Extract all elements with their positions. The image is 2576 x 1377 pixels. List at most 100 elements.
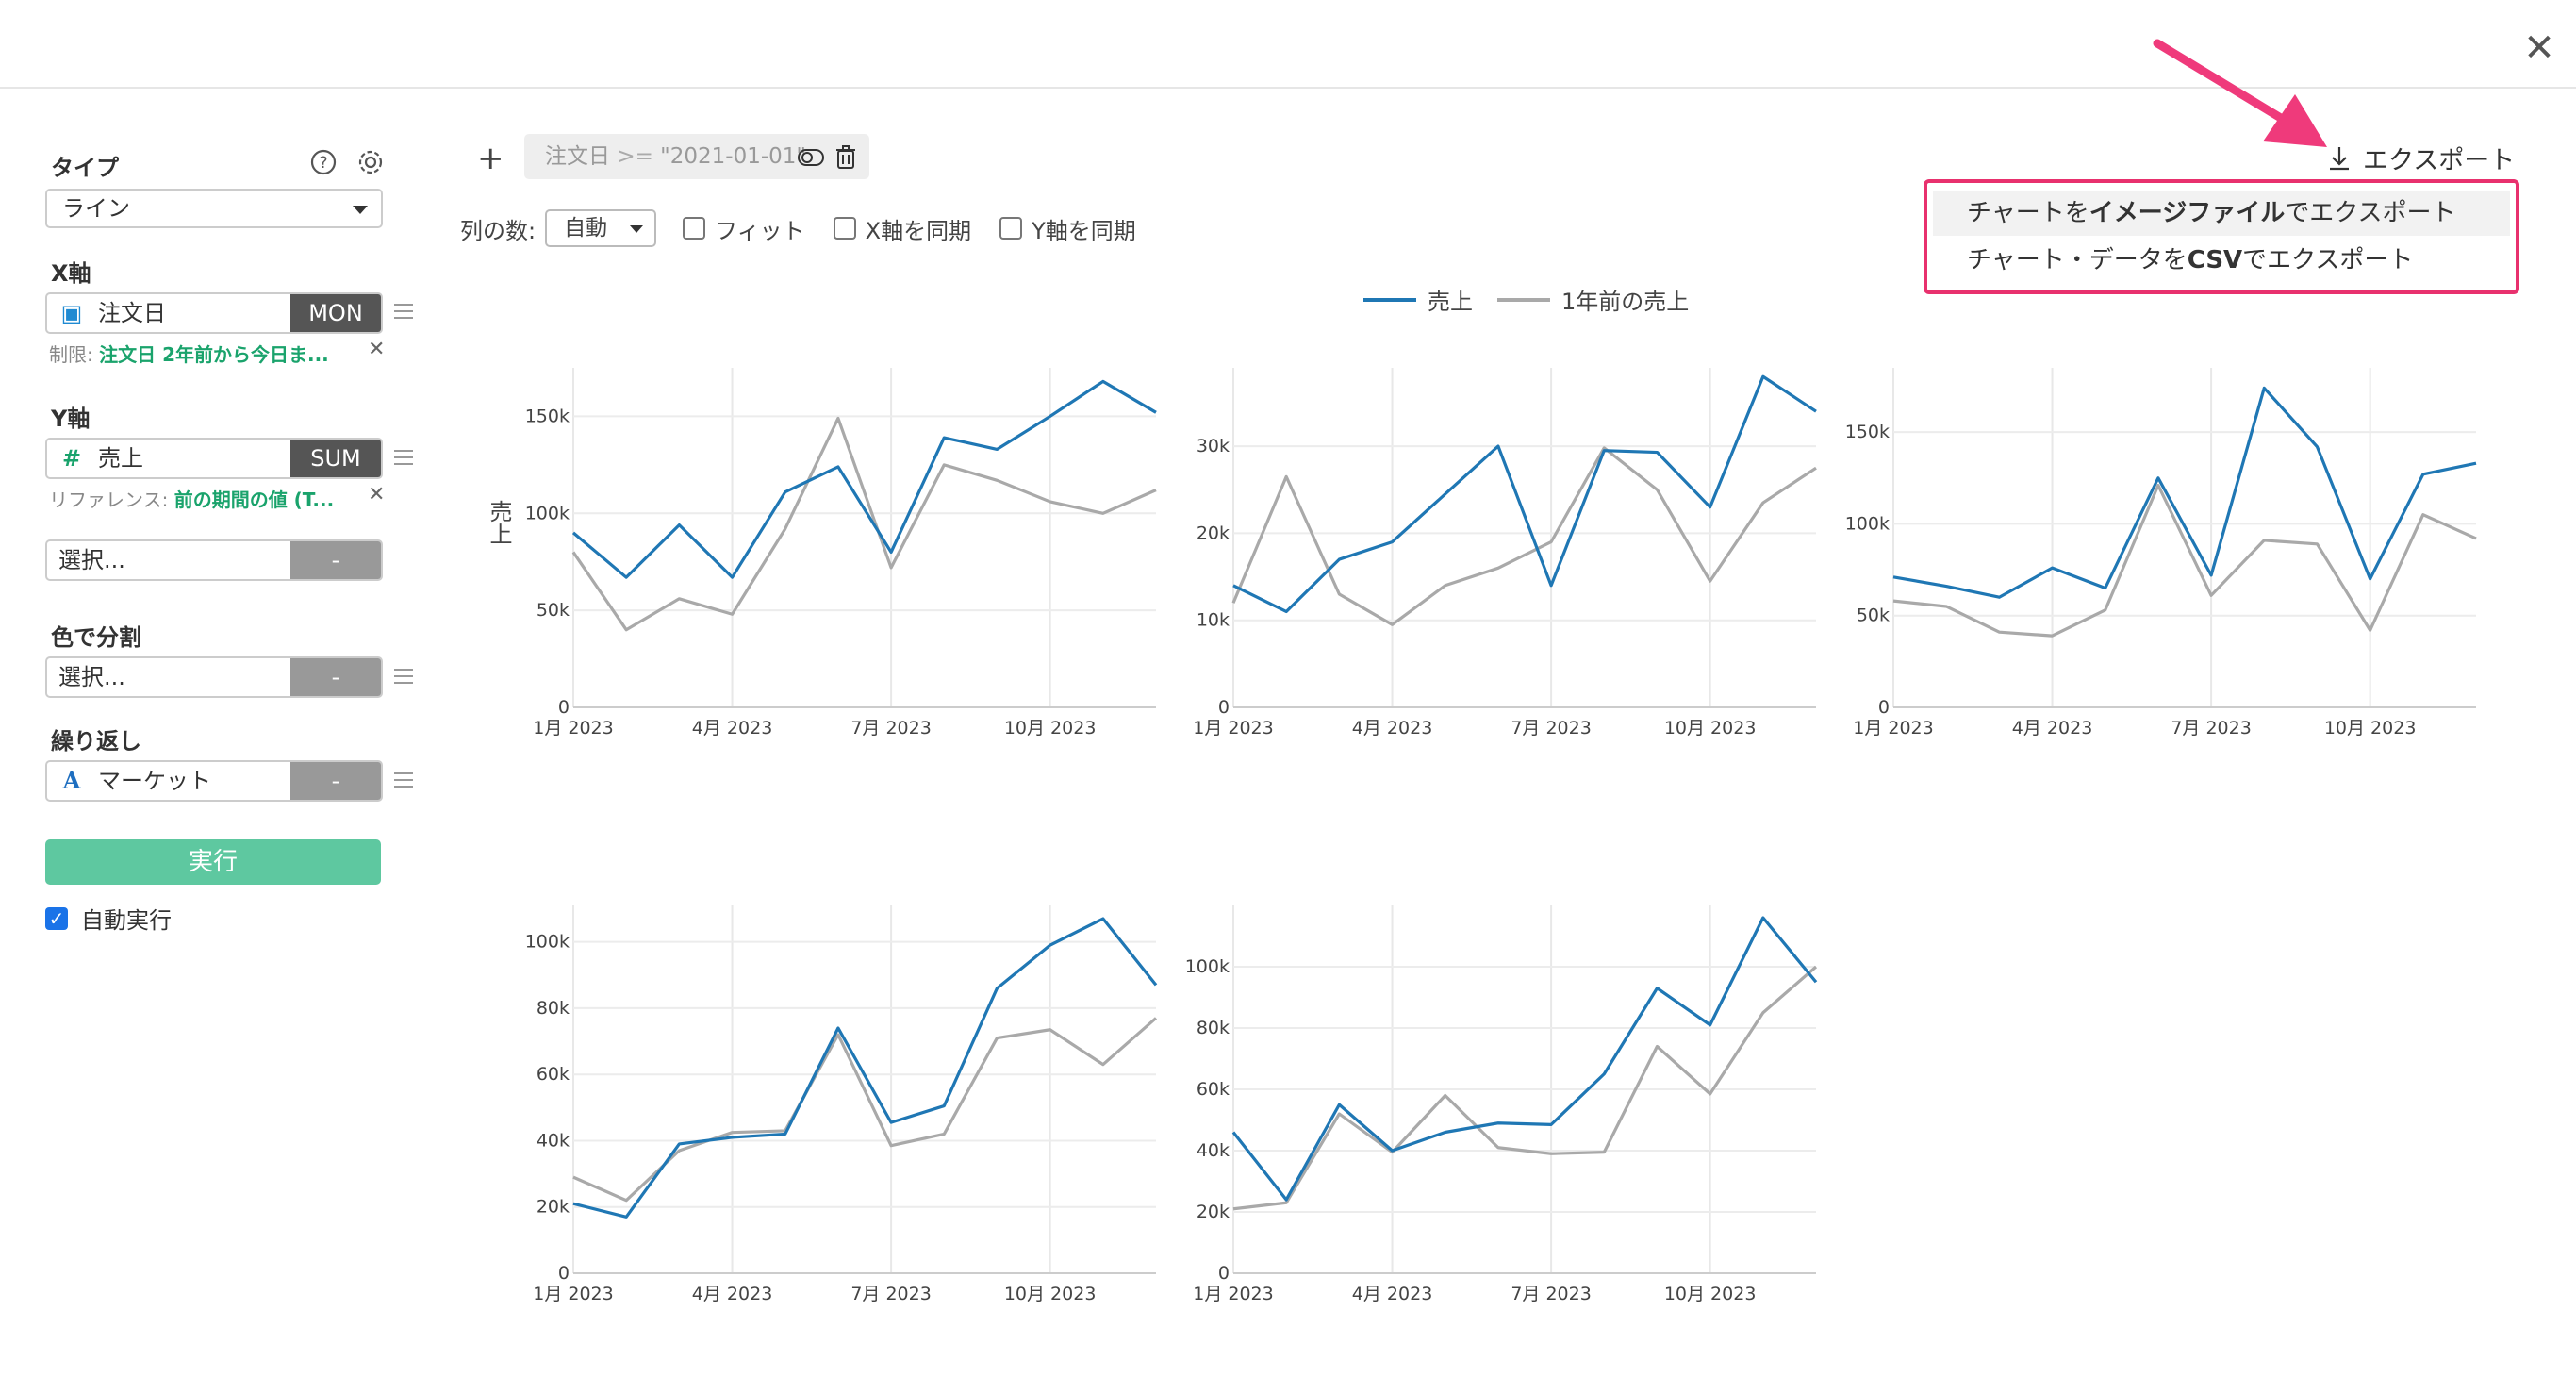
y-tick-label: 100k [1845, 513, 1890, 534]
x-tick-label: 7月 2023 [1511, 718, 1591, 738]
help-icon[interactable]: ? [309, 148, 338, 176]
chart-type-value: ライン [62, 195, 130, 222]
extra-select-tag[interactable]: - [290, 541, 381, 579]
color-split-tag[interactable]: - [290, 658, 381, 696]
chart-panel-3: 1月 2023 4月 2023 7月 2023 10月 2023 0 50k 100k 150… [1845, 368, 2477, 738]
close-icon[interactable]: ✕ [2516, 25, 2563, 72]
extra-select-placeholder: 選択... [58, 547, 125, 573]
y-tick-label: 0 [558, 697, 570, 718]
x-tick-label: 10月 2023 [1004, 1284, 1097, 1304]
y-tick-label: 100k [525, 503, 570, 523]
x-tick-label: 4月 2023 [1352, 718, 1432, 738]
y-axis-field[interactable]: # 売上 SUM [45, 438, 383, 479]
chart-panel-5: 1月 2023 4月 2023 7月 2023 10月 2023 0 20k 40k 60k 8… [1185, 905, 1818, 1304]
autorun-checkbox[interactable]: ✓ 自動実行 [45, 902, 172, 935]
text-type-icon: A [62, 767, 81, 794]
trash-icon[interactable] [835, 134, 856, 179]
color-split-title: 色で分割 [51, 624, 141, 651]
repeat-title: 繰り返し [51, 728, 141, 755]
chart-panel-4: 1月 2023 4月 2023 7月 2023 10月 2023 0 20k 40k 60k 8… [525, 905, 1158, 1304]
checkbox-checked-icon[interactable]: ✓ [45, 906, 68, 930]
series-line-current[interactable] [572, 917, 1158, 1219]
repeat-field[interactable]: A マーケット - [45, 760, 383, 802]
x-tick-label: 1月 2023 [1193, 1284, 1273, 1304]
series-line-previous[interactable] [571, 416, 1157, 632]
add-filter-button[interactable]: + [477, 140, 504, 177]
chart-panel-2: 1月 2023 4月 2023 7月 2023 10月 2023 0 10k 20k 30k [1193, 368, 1817, 738]
y-tick-label: 0 [1218, 697, 1230, 718]
export-csv-menu-item[interactable]: チャート・データをCSVでエクスポート [1933, 238, 2510, 283]
x-tick-label: 10月 2023 [1664, 1284, 1757, 1304]
repeat-field-name: マーケット [98, 768, 211, 794]
export-image-menu-item[interactable]: チャートをイメージファイルでエクスポート [1933, 191, 2510, 236]
color-split-field[interactable]: 選択... - [45, 656, 383, 698]
series-line-previous[interactable] [1231, 446, 1817, 626]
toggle-icon[interactable] [798, 134, 824, 179]
y-tick-label: 100k [525, 932, 570, 953]
x-axis-field[interactable]: ▣ 注文日 MON [45, 292, 383, 334]
repeat-menu-icon[interactable] [394, 772, 413, 788]
sync-y-checkbox[interactable]: Y軸を同期 [999, 212, 1136, 245]
y-axis-reference-note[interactable]: リファレンス: 前の期間の値 (T... [49, 485, 334, 512]
columns-label: 列の数: [460, 217, 537, 244]
y-tick-label: 100k [1185, 956, 1230, 977]
x-axis-menu-icon[interactable] [394, 304, 413, 319]
filter-field: 注文日 [545, 144, 610, 169]
sync-x-checkbox[interactable]: X軸を同期 [833, 212, 971, 245]
series-line-current[interactable] [1231, 916, 1818, 1202]
download-icon [2330, 146, 2349, 170]
type-title: タイプ [51, 155, 119, 181]
x-tick-label: 10月 2023 [2324, 718, 2417, 738]
filter-value: "2021-01-01" [660, 144, 806, 169]
series-line-previous[interactable] [572, 1017, 1158, 1203]
y-tick-label: 20k [1197, 1202, 1230, 1222]
y-axis-aggregation-tag[interactable]: SUM [290, 440, 381, 477]
filter-operator: >= [617, 144, 653, 169]
y-tick-label: 80k [1197, 1018, 1230, 1038]
y-tick-label: 10k [1197, 610, 1230, 631]
series-line-current[interactable] [571, 379, 1157, 579]
export-label: エクスポート [2363, 146, 2516, 175]
series-line-current[interactable] [1232, 374, 1817, 614]
y-tick-label: 150k [525, 406, 570, 426]
x-axis-limit-remove-icon[interactable]: ✕ [368, 338, 385, 361]
legend-item-current[interactable]: 売上 [1363, 283, 1473, 316]
x-tick-label: 4月 2023 [1352, 1284, 1432, 1304]
gear-icon[interactable] [356, 148, 385, 176]
x-tick-label: 4月 2023 [692, 718, 772, 738]
legend-item-previous[interactable]: 1年前の売上 [1497, 283, 1689, 316]
export-menu: チャートをイメージファイルでエクスポート チャート・データをCSVでエクスポート [1924, 179, 2519, 294]
y-tick-label: 60k [537, 1064, 570, 1085]
series-line-previous[interactable] [1232, 965, 1818, 1211]
x-axis-limit-note[interactable]: 制限: 注文日 2年前から今日ま... [49, 340, 329, 367]
y-tick-label: 80k [537, 998, 570, 1019]
extra-select-field[interactable]: 選択... - [45, 539, 383, 581]
y-axis-reference-remove-icon[interactable]: ✕ [368, 483, 385, 506]
y-tick-label: 150k [1845, 422, 1890, 442]
x-axis-aggregation-tag[interactable]: MON [290, 294, 381, 332]
y-axis-field-name: 売上 [98, 445, 143, 472]
x-tick-label: 7月 2023 [1511, 1284, 1591, 1304]
y-axis-menu-icon[interactable] [394, 450, 413, 465]
series-line-previous[interactable] [1892, 483, 2477, 638]
autorun-label: 自動実行 [81, 907, 172, 934]
run-button[interactable]: 実行 [45, 839, 381, 885]
filter-chip[interactable]: 注文日 >= "2021-01-01" [524, 134, 869, 179]
chevron-down-icon [353, 206, 368, 214]
x-tick-label: 10月 2023 [1004, 718, 1097, 738]
color-split-menu-icon[interactable] [394, 669, 413, 684]
export-button[interactable]: エクスポート [2327, 140, 2515, 176]
y-tick-label: 40k [537, 1130, 570, 1151]
y-tick-label: 40k [1197, 1140, 1230, 1161]
x-tick-label: 10月 2023 [1664, 718, 1757, 738]
x-tick-label: 4月 2023 [2012, 718, 2092, 738]
series-line-current[interactable] [1892, 386, 2477, 599]
x-tick-label: 7月 2023 [850, 1284, 931, 1304]
x-tick-label: 7月 2023 [850, 718, 931, 738]
fit-checkbox[interactable]: フィット [683, 212, 805, 245]
x-axis-title: X軸 [51, 260, 91, 287]
repeat-tag[interactable]: - [290, 762, 381, 800]
columns-select[interactable]: 自動 [545, 209, 657, 247]
y-tick-label: 60k [1197, 1079, 1230, 1100]
chart-type-select[interactable]: ライン [45, 189, 383, 228]
